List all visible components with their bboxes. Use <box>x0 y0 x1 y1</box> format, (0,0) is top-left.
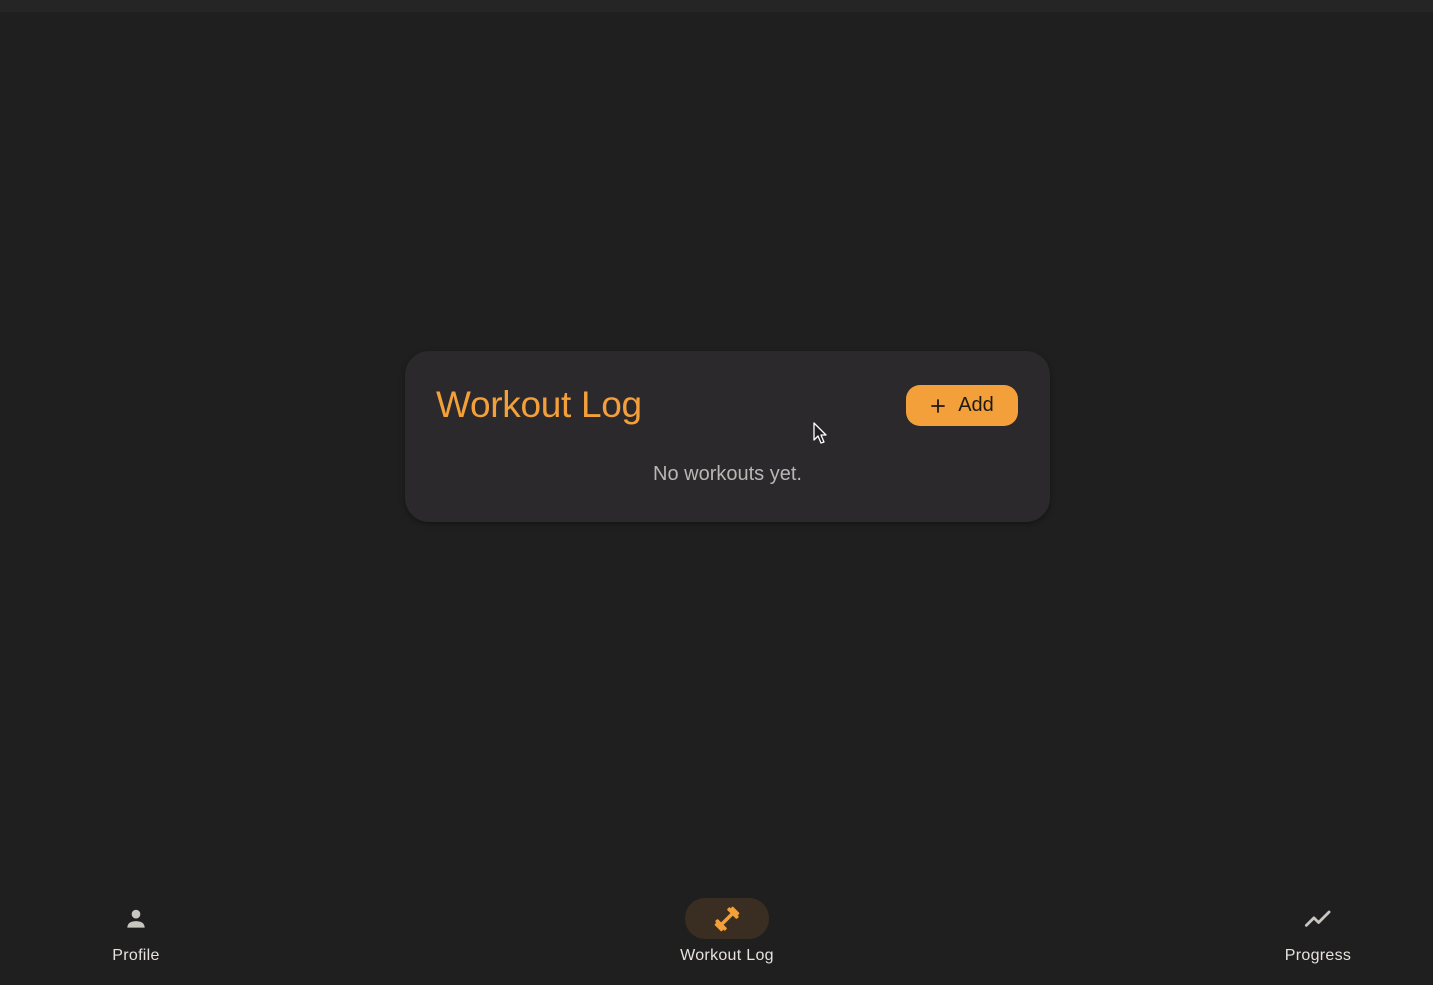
top-bar <box>0 0 1433 12</box>
nav-icon-container <box>94 898 178 939</box>
bottom-navigation-bar: Profile Workout Log Progress <box>0 880 1433 985</box>
empty-state-message: No workouts yet. <box>653 463 802 485</box>
nav-active-indicator <box>685 898 769 939</box>
trending-up-icon <box>1304 910 1331 927</box>
nav-item-profile[interactable]: Profile <box>66 898 206 965</box>
person-icon <box>127 909 145 928</box>
plus-icon <box>931 398 946 413</box>
card-title: Workout Log <box>436 384 642 425</box>
dumbbell-icon <box>714 906 740 931</box>
nav-label-profile: Profile <box>112 947 160 964</box>
mouse-pointer-icon <box>813 422 827 444</box>
nav-label-progress: Progress <box>1284 947 1352 964</box>
workout-log-card: Workout Log Add No workouts yet. <box>405 351 1050 522</box>
nav-icon-container <box>1276 898 1360 939</box>
nav-item-workout-log[interactable]: Workout Log <box>657 898 797 965</box>
add-workout-button[interactable]: Add <box>906 385 1018 426</box>
nav-label-workout-log: Workout Log <box>680 947 774 964</box>
add-button-label: Add <box>958 394 994 416</box>
nav-item-progress[interactable]: Progress <box>1248 898 1388 965</box>
